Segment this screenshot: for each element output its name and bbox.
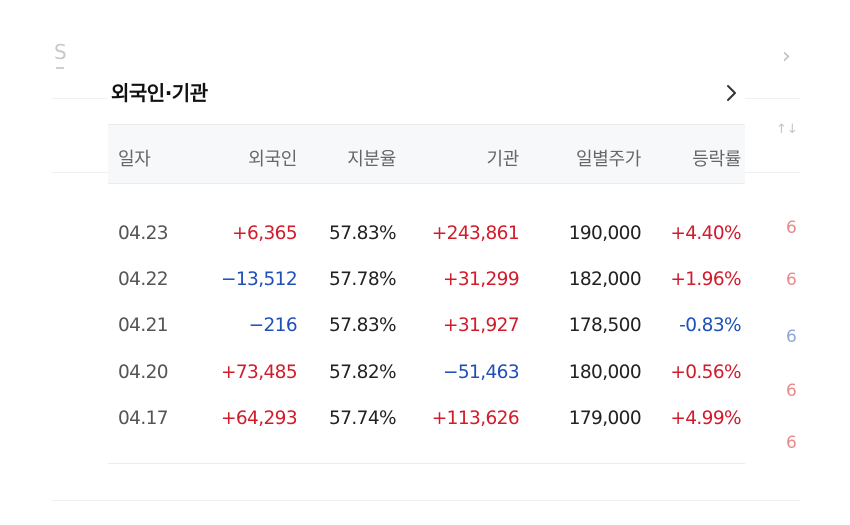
foreign-institution-panel: 외국인·기관 일자 외국인 지분율 기관 일별주가 등락률 04.23 +6,3… — [108, 60, 745, 465]
cell-price: 182,000 — [568, 269, 642, 290]
cell-institution: −51,463 — [442, 362, 520, 383]
background-fragment-underline — [56, 67, 64, 69]
cell-institution: +113,626 — [431, 408, 520, 429]
background-divider — [52, 172, 108, 173]
cell-institution: +31,927 — [442, 315, 520, 336]
table-row: 04.21 −216 57.83% +31,927 178,500 -0.83% — [108, 301, 745, 347]
cell-share: 57.83% — [329, 315, 397, 336]
column-header-share: 지분율 — [347, 149, 396, 170]
background-digit: 6 — [786, 218, 797, 238]
column-header-foreign: 외국인 — [248, 149, 297, 170]
table-header: 일자 외국인 지분율 기관 일별주가 등락률 — [108, 124, 745, 184]
table-row: 04.22 −13,512 57.78% +31,299 182,000 +1.… — [108, 255, 745, 301]
cell-share: 57.74% — [329, 408, 397, 429]
cell-date: 04.22 — [118, 269, 169, 290]
background-divider — [52, 500, 800, 501]
background-divider — [52, 98, 108, 99]
cell-foreign: +6,365 — [232, 223, 297, 244]
background-digit: 6 — [786, 327, 797, 347]
background-digit: 6 — [786, 433, 797, 453]
cell-foreign: −216 — [248, 315, 298, 336]
cell-price: 178,500 — [568, 315, 642, 336]
cell-date: 04.21 — [118, 315, 169, 336]
cell-share: 57.83% — [329, 223, 397, 244]
cell-share: 57.78% — [329, 269, 397, 290]
panel-title: 외국인·기관 — [111, 81, 208, 105]
background-fragment-header: ↑↓ — [776, 122, 798, 137]
cell-date: 04.20 — [118, 362, 169, 383]
table-row: 04.23 +6,365 57.83% +243,861 190,000 +4.… — [108, 209, 745, 255]
cell-date: 04.17 — [118, 408, 169, 429]
column-header-date: 일자 — [118, 149, 151, 170]
column-header-daily-price: 일별주가 — [575, 149, 641, 170]
panel-bottom-divider — [108, 463, 745, 464]
cell-share: 57.82% — [329, 362, 397, 383]
cell-change-rate: +1.96% — [670, 269, 741, 290]
chevron-right-icon[interactable] — [720, 82, 742, 104]
cell-foreign: +64,293 — [220, 408, 298, 429]
background-divider — [745, 98, 800, 99]
column-header-institution: 기관 — [486, 149, 519, 170]
background-fragment-glyph: S — [54, 40, 67, 64]
cell-change-rate: +4.40% — [670, 223, 741, 244]
panel-header: 외국인·기관 — [108, 60, 745, 124]
cell-price: 179,000 — [568, 408, 642, 429]
cell-foreign: +73,485 — [220, 362, 298, 383]
table-row: 04.20 +73,485 57.82% −51,463 180,000 +0.… — [108, 348, 745, 394]
cell-change-rate: +4.99% — [670, 408, 741, 429]
table-row: 04.17 +64,293 57.74% +113,626 179,000 +4… — [108, 394, 745, 440]
background-digit: 6 — [786, 381, 797, 401]
cell-price: 190,000 — [568, 223, 642, 244]
column-header-change-rate: 등락률 — [692, 149, 741, 170]
background-digit: 6 — [786, 270, 797, 290]
background-chevron-right-icon: › — [782, 44, 791, 69]
cell-institution: +243,861 — [431, 223, 520, 244]
background-divider — [745, 172, 800, 173]
cell-date: 04.23 — [118, 223, 169, 244]
cell-institution: +31,299 — [442, 269, 520, 290]
cell-change-rate: -0.83% — [679, 315, 741, 336]
cell-change-rate: +0.56% — [670, 362, 741, 383]
cell-foreign: −13,512 — [220, 269, 298, 290]
cell-price: 180,000 — [568, 362, 642, 383]
